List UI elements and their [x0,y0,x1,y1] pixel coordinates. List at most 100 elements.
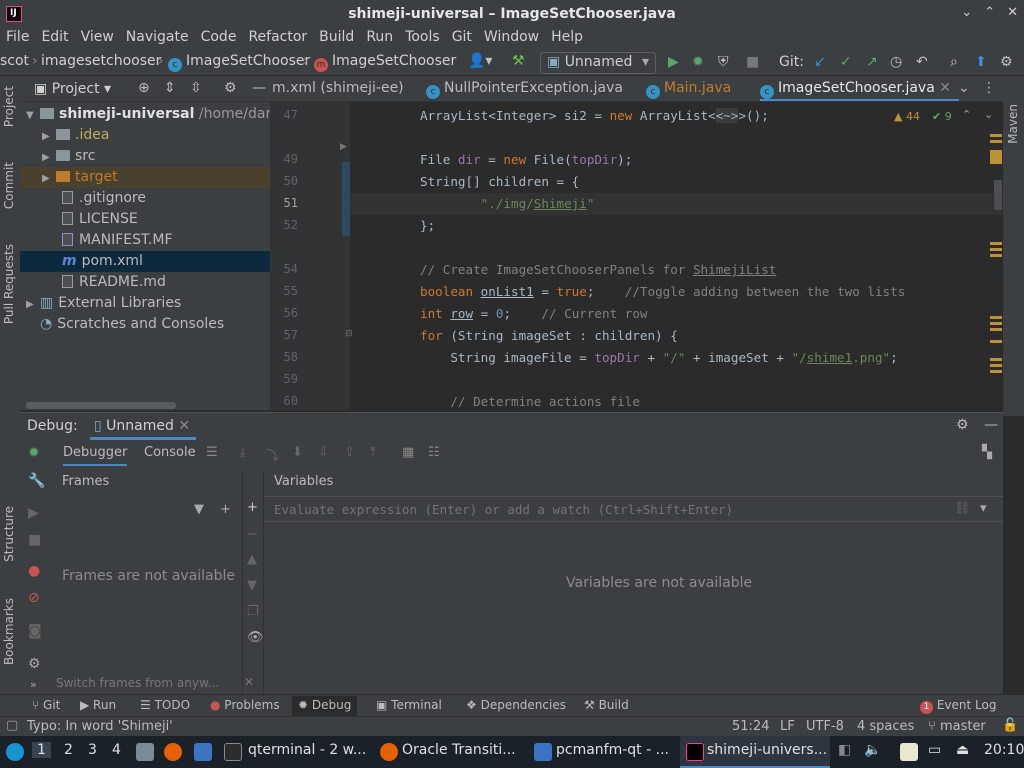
tree-item-license[interactable]: LICENSE [20,209,270,230]
warning-stripe[interactable] [990,150,1002,164]
layout-icon[interactable]: ▚ [982,445,992,460]
ok-count[interactable]: ✔ 9 [932,110,952,123]
debug-bug-icon[interactable]: ✹ [692,54,704,70]
breadcrumb-scot[interactable]: scot [0,53,29,69]
taskbar-window-pcmanfm[interactable]: pcmanfm-qt - ... [556,742,669,758]
step-into-icon[interactable]: ⬇ [292,445,303,460]
warning-stripe[interactable] [990,322,1002,325]
evaluate-expression-field[interactable]: Evaluate expression (Enter) or add a wat… [264,496,1003,522]
commit-tool-button[interactable]: Commit [2,162,16,209]
warning-stripe[interactable] [990,134,1002,137]
remove-watch-icon[interactable]: − [247,527,258,542]
resume-icon[interactable]: ▶ [28,505,39,521]
show-values-eye-icon[interactable]: 👁 [247,630,264,645]
collapse-all-icon[interactable]: ⇳ [190,80,202,96]
step-over-icon[interactable]: ⤵ [266,445,279,464]
hide-icon[interactable]: — [252,80,266,96]
history-icon[interactable]: ◷ [890,54,902,70]
tool-tab-debug[interactable]: ✹ Debug [292,696,358,716]
chevron-up-icon[interactable]: ⌃ [962,108,971,121]
settings-gear-icon[interactable]: ⚙ [1000,54,1013,70]
tree-item-idea[interactable]: ▶ .idea [20,125,270,146]
line-separator[interactable]: LF [780,719,795,734]
stop-icon[interactable]: ■ [746,54,759,70]
close-tab-icon[interactable]: ✕ [939,80,951,96]
locate-icon[interactable]: ⊕ [138,80,150,96]
pause-icon[interactable]: ■ [28,532,41,548]
taskbar-window-terminal[interactable]: qterminal - 2 w... [248,742,366,758]
search-icon[interactable]: ⌕ [950,54,958,70]
tool-tab-todo[interactable]: ☰ TODO [140,698,190,712]
tab-console[interactable]: Console [144,445,196,460]
step-out-icon[interactable]: ⇧ [344,445,355,460]
menu-navigate[interactable]: Navigate [120,28,195,50]
menu-view[interactable]: View [75,28,120,50]
structure-tool-button[interactable]: Structure [2,506,16,562]
warning-stripe[interactable] [990,328,1002,331]
tree-root[interactable]: ▼ shimeji-universal /home/dartz [20,104,284,125]
warning-stripe[interactable] [990,370,1002,373]
tree-item-scratches[interactable]: ◔ Scratches and Consoles [20,314,270,335]
move-up-icon[interactable]: ▲ [247,552,257,567]
toggle-tool-windows-icon[interactable]: ▢ [6,718,18,733]
more-icon[interactable]: » [30,678,37,691]
menu-file[interactable]: File [0,28,35,50]
hide-icon[interactable]: — [984,417,998,433]
git-push-icon[interactable]: ↗ [866,54,878,70]
updates-icon[interactable]: ⬆ [975,54,987,70]
caret-position[interactable]: 51:24 [732,719,769,734]
move-down-icon[interactable]: ▼ [247,578,257,593]
tab-main[interactable]: c Main.java [646,76,731,101]
workspace-1[interactable]: 1 [32,742,51,758]
run-to-cursor-icon[interactable]: ⤒ [370,445,376,460]
fold-icon[interactable]: ▶ [340,142,347,152]
pull-requests-tool-button[interactable]: Pull Requests [2,244,16,324]
menu-lines-icon[interactable]: ☰ [206,445,218,460]
build-hammer-icon[interactable]: ⚒ [512,53,525,69]
chevron-down-icon[interactable]: ▾ [980,501,987,516]
mute-breakpoints-icon[interactable]: ⊘ [28,590,40,606]
warning-stripe[interactable] [990,248,1002,251]
maximize-button[interactable]: ⌃ [984,5,995,20]
tray-icon[interactable]: ◧ [838,742,851,758]
horizontal-scrollbar[interactable] [26,402,176,409]
taskbar-window-firefox[interactable]: Oracle Transiti... [402,742,516,758]
tab-imagesetchooser[interactable]: c ImageSetChooser.java ✕ [760,76,959,101]
new-watch-icon[interactable]: + [247,500,258,515]
expand-all-icon[interactable]: ⇕ [164,80,176,96]
warning-stripe[interactable] [990,242,1002,245]
run-icon[interactable]: ▶ [668,54,679,70]
code-editor[interactable]: 47 49 50 51 52 54 55 56 57 58 59 60 ▶ ⊟ … [270,102,1003,410]
chevron-down-icon[interactable]: ⌄ [984,108,993,121]
file-encoding[interactable]: UTF-8 [806,719,844,734]
git-commit-icon[interactable]: ✓ [840,54,852,70]
menu-build[interactable]: Build [313,28,360,50]
tab-debugger[interactable]: Debugger [63,445,128,466]
tree-item-gitignore[interactable]: .gitignore [20,188,270,209]
file-manager-launcher-icon[interactable] [136,743,154,761]
workspace-2[interactable]: 2 [64,742,73,758]
menu-git[interactable]: Git [446,28,478,50]
close-icon[interactable]: ✕ [178,418,190,434]
breadcrumb-class[interactable]: c ImageSetChooser [168,53,310,72]
menu-tools[interactable]: Tools [399,28,446,50]
network-icon[interactable]: ▭ [928,742,941,758]
settings-gear-icon[interactable]: ⚙ [28,656,41,672]
tree-item-target[interactable]: ▶ target [20,167,270,188]
tab-nullpointerexception[interactable]: c NullPointerException.java [426,76,623,101]
taskbar-window-intellij[interactable]: shimeji-univers... [707,742,827,758]
tree-item-external-libraries[interactable]: ▶ ▥ External Libraries [20,293,270,314]
settings-gear-icon[interactable]: ⚙ [956,417,969,433]
link-icon[interactable]: ⛓ [954,501,971,516]
menu-window[interactable]: Window [478,28,545,50]
tool-tab-dependencies[interactable]: ❖ Dependencies [466,698,566,712]
menu-refactor[interactable]: Refactor [242,28,313,50]
tab-pom-shimeji-ee[interactable]: m.xml (shimeji-ee) [272,76,404,101]
clock[interactable]: 20:10 [984,742,1024,758]
tool-tab-problems[interactable]: ● Problems [210,698,280,712]
trace-icon[interactable]: ☷ [428,445,440,460]
warning-stripe[interactable] [990,358,1002,361]
user-icon[interactable]: 👤▾ [468,53,492,69]
lock-icon[interactable]: 🔓 [1002,718,1018,733]
warning-stripe[interactable] [990,254,1002,257]
